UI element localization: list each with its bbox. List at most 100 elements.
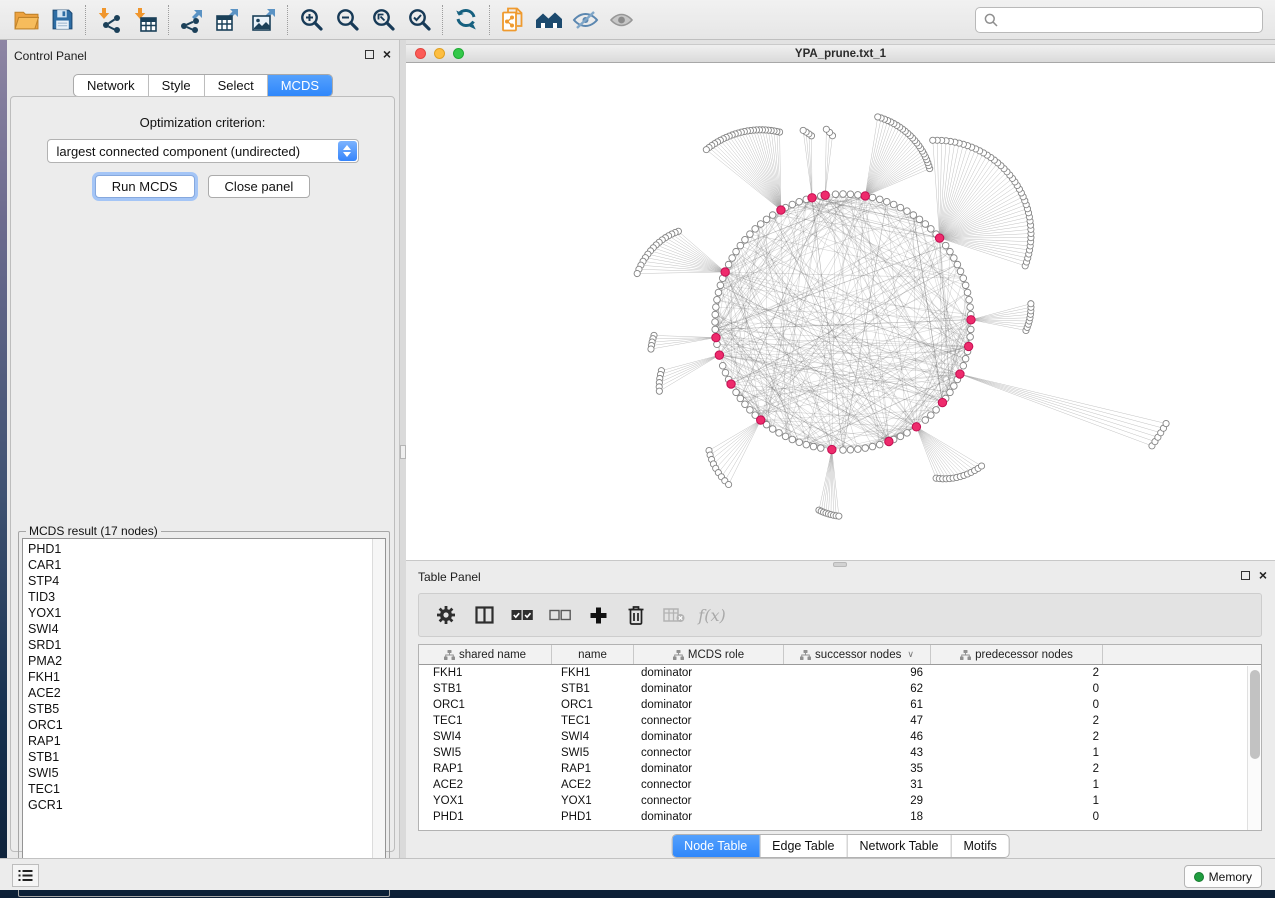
mcds-node-item[interactable]: STB5	[28, 701, 385, 717]
table-row[interactable]: RAP1RAP1dominator352	[419, 761, 1261, 777]
tab-network[interactable]: Network	[74, 75, 148, 96]
delete-columns-button[interactable]	[617, 598, 655, 632]
deselect-all-button[interactable]	[541, 598, 579, 632]
trash-icon	[626, 605, 646, 626]
search-input[interactable]	[1004, 13, 1254, 28]
mcds-list-scrollbar[interactable]	[372, 539, 385, 889]
tab-edge-table[interactable]: Edge Table	[759, 835, 846, 857]
checked-boxes-icon	[511, 609, 533, 621]
function-builder-button[interactable]: f(x)	[693, 598, 731, 632]
float-panel-icon[interactable]	[365, 50, 374, 59]
table-cell: connector	[634, 747, 784, 759]
export-network-button[interactable]	[174, 4, 210, 36]
mcds-node-item[interactable]: PHD1	[28, 541, 385, 557]
zoom-selected-button[interactable]	[401, 4, 437, 36]
mcds-node-item[interactable]: ORC1	[28, 717, 385, 733]
table-cell: ACE2	[552, 779, 634, 791]
column-header-predecessor-nodes[interactable]: predecessor nodes	[931, 645, 1103, 664]
mcds-node-item[interactable]: TID3	[28, 589, 385, 605]
add-column-button[interactable]	[579, 598, 617, 632]
tab-motifs[interactable]: Motifs	[950, 835, 1008, 857]
table-row[interactable]: FKH1FKH1dominator962	[419, 665, 1261, 681]
network-graph[interactable]	[406, 63, 1275, 560]
zoom-in-button[interactable]	[293, 4, 329, 36]
new-network-from-selection-button[interactable]	[495, 4, 531, 36]
memory-button[interactable]: Memory	[1184, 865, 1262, 888]
mcds-node-item[interactable]: TEC1	[28, 781, 385, 797]
mcds-node-item[interactable]: SWI4	[28, 621, 385, 637]
run-mcds-button[interactable]: Run MCDS	[95, 175, 195, 198]
main-toolbar	[0, 0, 1275, 40]
save-session-button[interactable]	[44, 4, 80, 36]
mcds-node-item[interactable]: STP4	[28, 573, 385, 589]
table-cell: SWI4	[552, 731, 634, 743]
table-mode-gear-button[interactable]	[427, 598, 465, 632]
import-network-button[interactable]	[91, 4, 127, 36]
mcds-node-item[interactable]: ACE2	[28, 685, 385, 701]
mcds-node-item[interactable]: SRD1	[28, 637, 385, 653]
table-row[interactable]: STB1STB1dominator620	[419, 681, 1261, 697]
toolbar-search	[975, 7, 1263, 33]
close-panel-button[interactable]: Close panel	[208, 175, 311, 198]
tab-mcds[interactable]: MCDS	[267, 75, 332, 96]
table-cell: 62	[784, 683, 931, 695]
mcds-node-item[interactable]: YOX1	[28, 605, 385, 621]
apply-layout-button[interactable]	[448, 4, 484, 36]
table-cell: YOX1	[552, 795, 634, 807]
mcds-node-item[interactable]: GCR1	[28, 797, 385, 813]
zoom-fit-button[interactable]	[365, 4, 401, 36]
column-header-MCDS-role[interactable]: MCDS role	[634, 645, 784, 664]
mcds-node-item[interactable]: CAR1	[28, 557, 385, 573]
table-row[interactable]: ORC1ORC1dominator610	[419, 697, 1261, 713]
tab-node-table[interactable]: Node Table	[672, 835, 759, 857]
table-row[interactable]: ACE2ACE2connector311	[419, 777, 1261, 793]
optimization-criterion-select[interactable]: largest connected component (undirected)	[47, 139, 359, 163]
close-table-panel-icon[interactable]: ×	[1259, 570, 1267, 580]
table-row[interactable]: YOX1YOX1connector291	[419, 793, 1261, 809]
column-header-successor-nodes[interactable]: successor nodes∨	[784, 645, 931, 664]
table-row[interactable]: SWI5SWI5connector431	[419, 745, 1261, 761]
mcds-node-item[interactable]: STB1	[28, 749, 385, 765]
mcds-node-item[interactable]: SWI5	[28, 765, 385, 781]
plus-icon	[589, 606, 608, 625]
table-cell: SWI5	[552, 747, 634, 759]
zoom-in-icon	[299, 7, 324, 32]
tab-select[interactable]: Select	[204, 75, 267, 96]
export-image-button[interactable]	[246, 4, 282, 36]
mcds-node-item[interactable]: RAP1	[28, 733, 385, 749]
export-table-button[interactable]	[210, 4, 246, 36]
delete-table-button[interactable]	[655, 598, 693, 632]
table-cell: dominator	[634, 731, 784, 743]
table-cell: ORC1	[552, 699, 634, 711]
mcds-node-item[interactable]: PMA2	[28, 653, 385, 669]
mcds-node-item[interactable]: FKH1	[28, 669, 385, 685]
table-cell: STB1	[419, 683, 552, 695]
column-header-shared-name[interactable]: shared name	[419, 645, 552, 664]
network-canvas[interactable]	[406, 63, 1275, 560]
table-panel-resize-handle[interactable]	[833, 562, 847, 567]
show-panel-list-button[interactable]	[12, 864, 39, 887]
mcds-result-list[interactable]: PHD1CAR1STP4TID3YOX1SWI4SRD1PMA2FKH1ACE2…	[22, 538, 386, 890]
select-all-button[interactable]	[503, 598, 541, 632]
open-file-button[interactable]	[8, 4, 44, 36]
close-panel-icon[interactable]: ×	[383, 49, 391, 59]
column-header-name[interactable]: name	[552, 645, 634, 664]
table-scrollbar[interactable]	[1247, 666, 1261, 830]
show-hidden-button[interactable]	[603, 4, 639, 36]
hide-selected-button[interactable]	[567, 4, 603, 36]
select-spinner-icon	[338, 141, 357, 161]
network-window-titlebar[interactable]: YPA_prune.txt_1	[406, 44, 1275, 63]
tab-network-table[interactable]: Network Table	[847, 835, 951, 857]
table-scrollbar-thumb[interactable]	[1250, 670, 1260, 759]
table-cell: TEC1	[552, 715, 634, 727]
table-row[interactable]: SWI4SWI4dominator462	[419, 729, 1261, 745]
zoom-out-button[interactable]	[329, 4, 365, 36]
table-row[interactable]: TEC1TEC1connector472	[419, 713, 1261, 729]
table-row[interactable]: PHD1PHD1dominator180	[419, 809, 1261, 825]
tab-style[interactable]: Style	[148, 75, 204, 96]
column-selector-button[interactable]	[465, 598, 503, 632]
float-table-panel-icon[interactable]	[1241, 571, 1250, 580]
import-table-button[interactable]	[127, 4, 163, 36]
show-all-button[interactable]	[531, 4, 567, 36]
mcds-tab-content: Optimization criterion: largest connecte…	[10, 96, 395, 852]
